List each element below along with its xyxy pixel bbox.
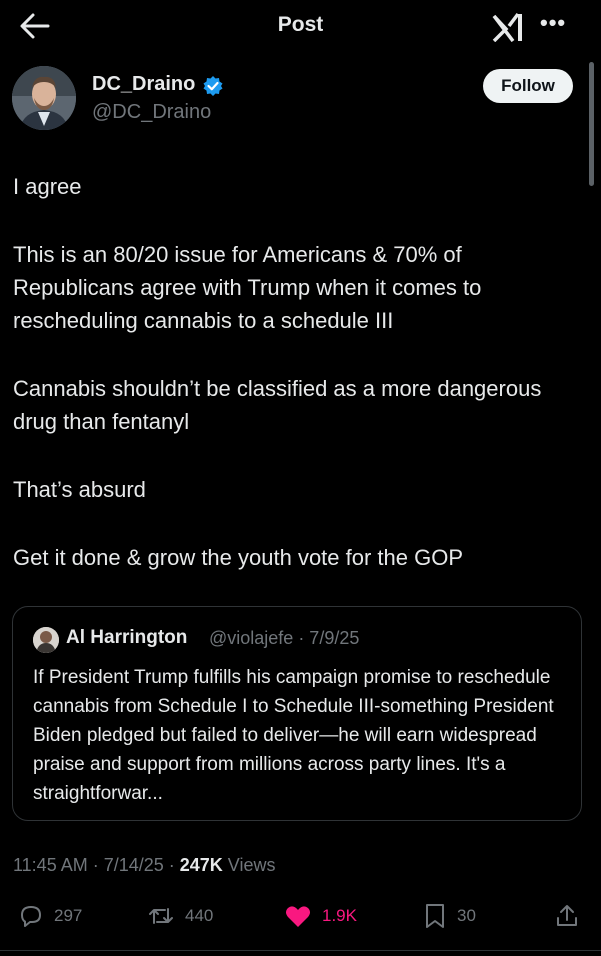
- author-name[interactable]: DC_Draino: [92, 73, 195, 96]
- bookmark-icon: [426, 904, 444, 928]
- quoted-author-name: Al Harrington: [66, 627, 188, 648]
- share-button[interactable]: [554, 896, 590, 936]
- like-count: 1.9K: [322, 906, 357, 925]
- quoted-author-handle-date: @violajefe · 7/9/25: [209, 628, 360, 648]
- verified-badge-icon: [203, 76, 223, 96]
- share-icon: [557, 905, 577, 926]
- heart-icon: [286, 906, 310, 927]
- reply-button[interactable]: 297: [18, 896, 82, 936]
- reply-count: 297: [54, 906, 83, 925]
- quoted-author-avatar: [33, 627, 59, 653]
- author-avatar[interactable]: [12, 66, 76, 130]
- post-paragraph: This is an 80/20 issue for Americans & 7…: [13, 242, 482, 333]
- repost-icon: [149, 908, 173, 924]
- post-paragraph: I agree: [13, 174, 82, 199]
- more-dots-icon[interactable]: •••: [540, 10, 566, 36]
- quoted-post-text: If President Trump fulfills his campaign…: [33, 667, 554, 804]
- author-handle[interactable]: @DC_Draino: [92, 101, 211, 124]
- repost-button[interactable]: 440: [147, 896, 213, 936]
- post-time-date: 11:45 AM · 7/14/25 ·: [13, 855, 180, 875]
- follow-button[interactable]: Follow: [483, 69, 573, 103]
- top-bar: Post •••: [0, 0, 601, 52]
- bookmark-button[interactable]: 30: [423, 896, 476, 936]
- divider: [0, 950, 601, 951]
- reply-icon: [21, 906, 41, 927]
- post-paragraph: Get it done & grow the youth vote for th…: [13, 545, 464, 570]
- views-label: Views: [222, 855, 276, 875]
- action-bar: 297 440 1.9K 30: [0, 896, 601, 936]
- bookmark-count: 30: [457, 906, 476, 925]
- like-button[interactable]: 1.9K: [284, 896, 357, 936]
- post-timestamp: 11:45 AM · 7/14/25 · 247K Views: [13, 855, 276, 876]
- quoted-post[interactable]: Al Harrington @violajefe · 7/9/25 If Pre…: [12, 606, 582, 821]
- post-paragraph: That’s absurd: [13, 477, 146, 502]
- views-count: 247K: [179, 855, 223, 875]
- post-paragraph: Cannabis shouldn’t be classified as a mo…: [13, 376, 542, 434]
- post-text: I agree This is an 80/20 issue for Ameri…: [13, 170, 573, 609]
- scrollbar[interactable]: [589, 62, 594, 186]
- repost-count: 440: [185, 906, 214, 925]
- xai-grok-logo-icon[interactable]: [491, 12, 527, 42]
